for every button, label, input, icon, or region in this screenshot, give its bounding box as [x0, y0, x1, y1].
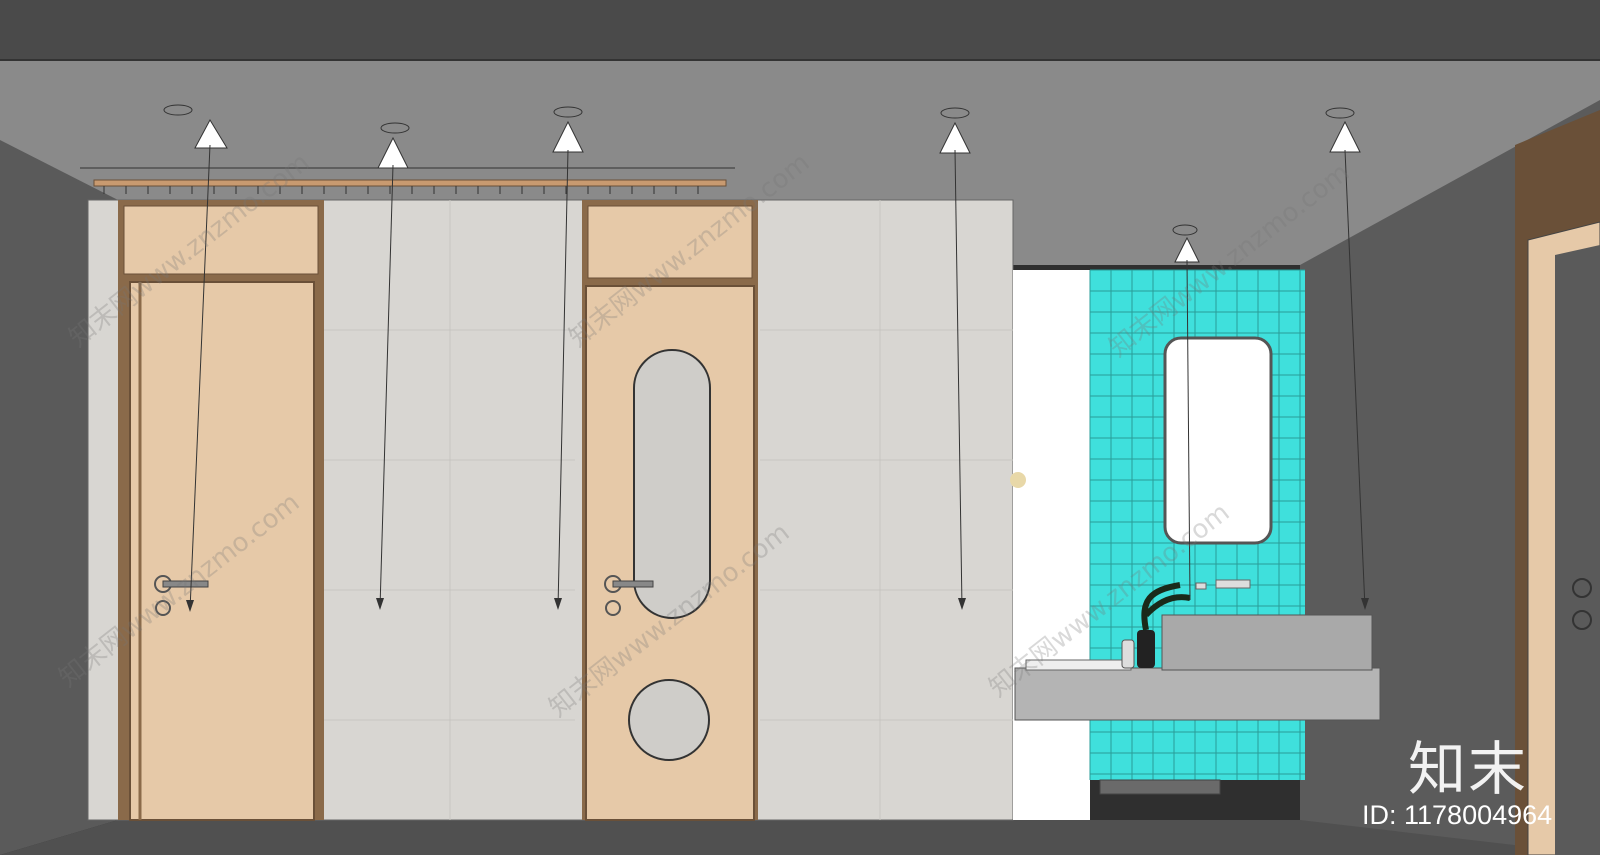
brand-logo: 知末: [1408, 735, 1529, 803]
floor-mat: [1099, 779, 1221, 795]
door-round-window: [628, 679, 710, 761]
left-door[interactable]: [118, 200, 324, 821]
top-band: [0, 0, 1600, 60]
bathroom-opening: [1013, 270, 1090, 820]
image-id-label: ID: 1178004964: [1362, 800, 1553, 830]
mirror: [1163, 336, 1273, 545]
lower-basin: [1025, 659, 1132, 671]
soap-bottle: [1121, 639, 1135, 669]
bathroom-scene: [0, 0, 1600, 855]
vanity-counter: [1014, 667, 1381, 721]
wall-lamp: [1010, 472, 1026, 488]
render-viewport: 知末网www.znzmo.com 知末网www.znzmo.com 知末网www…: [0, 0, 1600, 855]
door-oval-window: [633, 349, 711, 619]
basin: [1161, 614, 1373, 671]
